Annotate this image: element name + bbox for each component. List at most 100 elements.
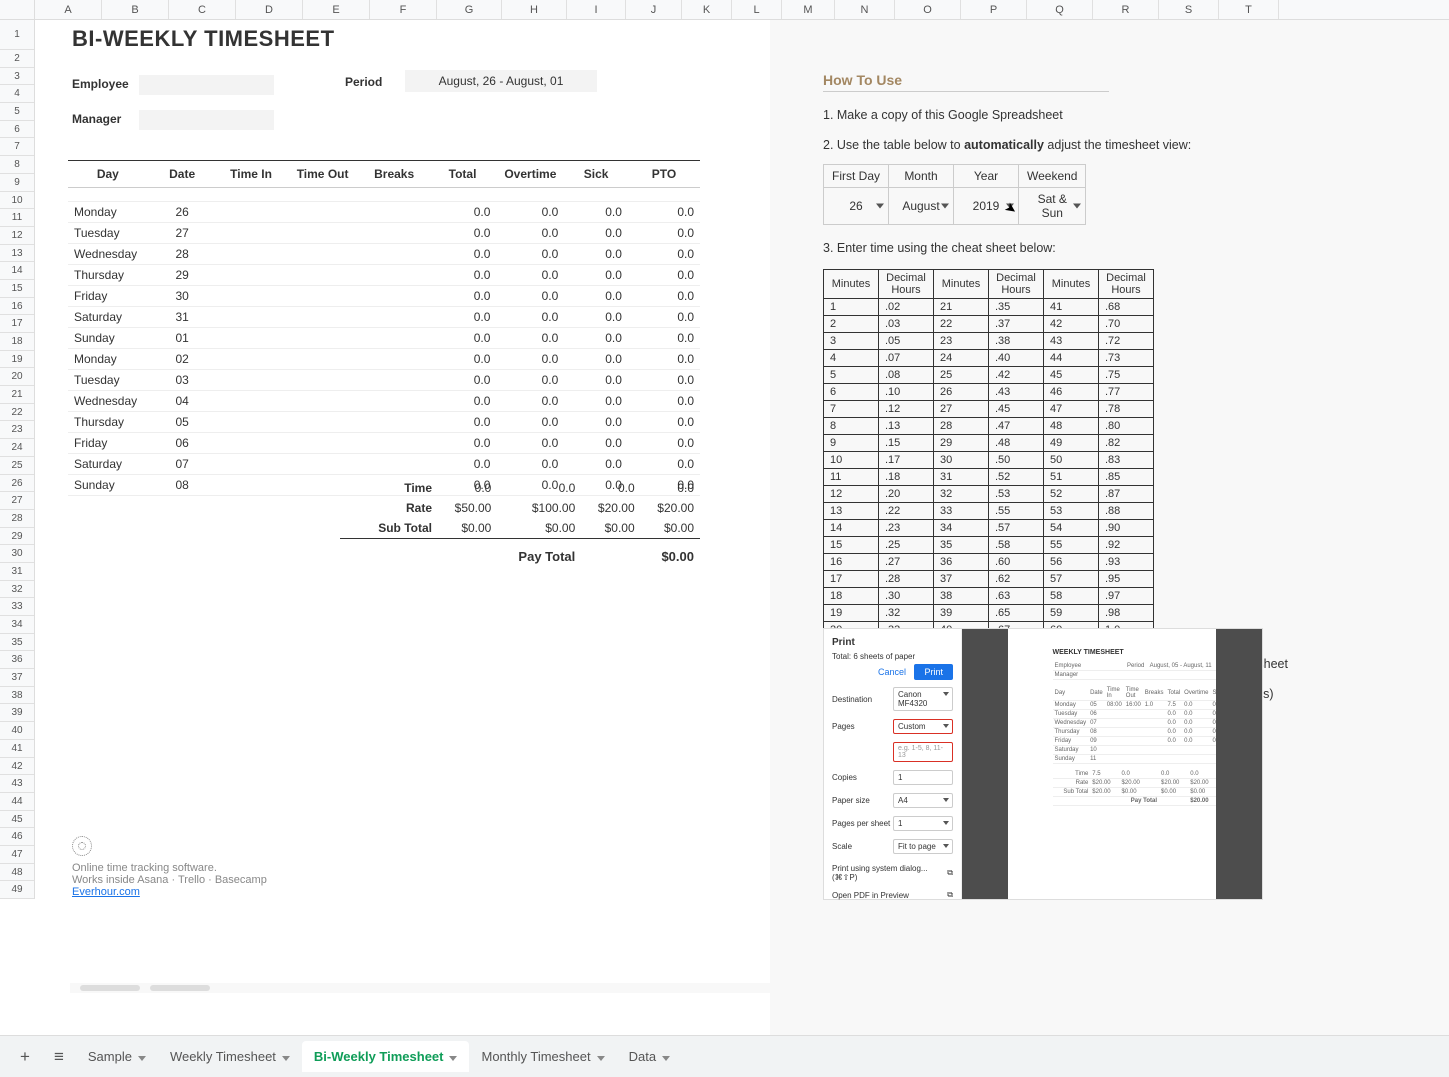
ts-cell[interactable]: 0.0 [496,412,564,433]
ts-cell[interactable] [360,202,429,223]
ts-cell[interactable]: Tuesday [68,223,148,244]
row-header[interactable]: 12 [0,227,34,245]
col-header[interactable]: P [961,0,1027,19]
employee-input[interactable] [139,75,274,95]
ts-cell[interactable]: 0.0 [496,244,564,265]
ts-cell[interactable] [285,265,359,286]
ts-cell[interactable]: 0.0 [628,286,700,307]
ts-cell[interactable]: 0.0 [628,265,700,286]
ts-cell[interactable]: 0.0 [496,202,564,223]
ts-cell[interactable]: 0.0 [496,223,564,244]
ts-cell[interactable] [360,244,429,265]
row-header[interactable]: 20 [0,368,34,386]
manager-input[interactable] [139,110,274,130]
print-cancel-button[interactable]: Cancel [878,667,906,677]
ts-cell[interactable] [285,433,359,454]
horizontal-scrollbar-thumb[interactable] [80,985,140,991]
ts-row[interactable]: Sunday010.00.00.00.0 [68,328,700,349]
ts-cell[interactable]: 0.0 [628,223,700,244]
ts-cell[interactable]: 0.0 [496,265,564,286]
ts-cell[interactable] [217,328,286,349]
ts-cell[interactable]: Sunday [68,328,148,349]
ts-cell[interactable]: 0.0 [628,328,700,349]
col-header[interactable]: O [895,0,961,19]
ts-row[interactable]: Thursday050.00.00.00.0 [68,412,700,433]
ts-cell[interactable]: 0.0 [564,328,628,349]
ts-cell[interactable]: 0.0 [564,370,628,391]
ts-cell[interactable] [217,433,286,454]
row-header[interactable]: 39 [0,704,34,722]
ts-cell[interactable]: Friday [68,286,148,307]
ctrl-dropdown[interactable]: 2019 [954,188,1019,225]
ts-cell[interactable] [360,433,429,454]
ts-cell[interactable] [360,223,429,244]
ts-cell[interactable]: Monday [68,349,148,370]
ts-cell[interactable] [360,412,429,433]
ts-cell[interactable]: 0.0 [429,286,497,307]
horizontal-scrollbar-track[interactable] [70,983,1435,993]
ts-cell[interactable]: 0.0 [429,412,497,433]
row-header[interactable]: 10 [0,192,34,210]
all-sheets-button[interactable]: ≡ [42,1047,76,1067]
ts-cell[interactable]: 02 [148,349,217,370]
ts-cell[interactable]: 0.0 [564,286,628,307]
ts-cell[interactable]: 0.0 [496,328,564,349]
ts-cell[interactable]: 0.0 [564,307,628,328]
ts-cell[interactable] [217,307,286,328]
col-header[interactable]: B [102,0,169,19]
ts-cell[interactable] [285,349,359,370]
ts-cell[interactable]: 0.0 [496,370,564,391]
ts-row[interactable]: Thursday290.00.00.00.0 [68,265,700,286]
copies-select[interactable]: 1 [893,770,953,785]
row-header[interactable]: 9 [0,174,34,192]
scale-select[interactable]: Fit to page [893,839,953,854]
col-header[interactable]: K [682,0,732,19]
col-header[interactable]: G [437,0,502,19]
ts-cell[interactable]: 0.0 [429,454,497,475]
ts-cell[interactable] [285,454,359,475]
row-header[interactable]: 19 [0,351,34,369]
row-header[interactable]: 8 [0,156,34,174]
ts-cell[interactable]: 0.0 [496,391,564,412]
row-header[interactable]: 6 [0,121,34,139]
ts-cell[interactable]: 08 [148,475,217,496]
row-header[interactable]: 5 [0,103,34,121]
ts-row[interactable]: Wednesday040.00.00.00.0 [68,391,700,412]
row-header[interactable]: 17 [0,315,34,333]
ts-cell[interactable]: 0.0 [564,202,628,223]
col-header[interactable]: J [626,0,682,19]
ts-cell[interactable]: 0.0 [628,370,700,391]
ts-cell[interactable]: 0.0 [496,454,564,475]
ts-cell[interactable] [285,223,359,244]
ts-cell[interactable]: Saturday [68,454,148,475]
row-header[interactable]: 38 [0,687,34,705]
ts-cell[interactable] [217,223,286,244]
ts-row[interactable]: Tuesday030.00.00.00.0 [68,370,700,391]
print-confirm-button[interactable]: Print [914,664,953,680]
row-header[interactable]: 34 [0,616,34,634]
ts-cell[interactable]: 29 [148,265,217,286]
ts-cell[interactable]: 0.0 [628,307,700,328]
ts-cell[interactable] [360,391,429,412]
ts-cell[interactable]: Thursday [68,412,148,433]
ts-cell[interactable] [217,202,286,223]
sheet-tab[interactable]: Monthly Timesheet [469,1041,616,1072]
ts-cell[interactable]: 0.0 [628,433,700,454]
ts-cell[interactable]: 04 [148,391,217,412]
sheet-tab[interactable]: Weekly Timesheet [158,1041,302,1072]
ts-cell[interactable]: 0.0 [429,244,497,265]
ts-cell[interactable]: 0.0 [564,223,628,244]
ts-row[interactable]: Monday020.00.00.00.0 [68,349,700,370]
ts-cell[interactable]: 0.0 [564,412,628,433]
row-header[interactable]: 28 [0,510,34,528]
ts-cell[interactable]: 0.0 [429,328,497,349]
ts-cell[interactable]: Wednesday [68,391,148,412]
ts-cell[interactable]: 0.0 [429,391,497,412]
ts-cell[interactable] [217,454,286,475]
row-header[interactable]: 26 [0,475,34,493]
ts-cell[interactable]: 0.0 [628,391,700,412]
ts-cell[interactable] [285,286,359,307]
pages-input[interactable]: e.g. 1-5, 8, 11-13 [893,742,953,762]
row-header[interactable]: 23 [0,421,34,439]
col-header[interactable]: R [1093,0,1159,19]
